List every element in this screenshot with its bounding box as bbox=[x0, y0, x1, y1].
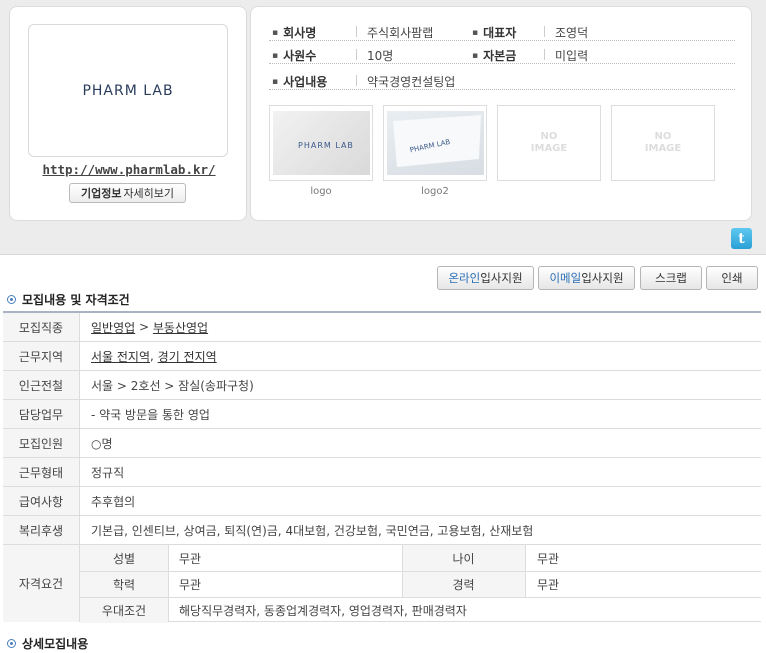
thumb-caption: logo2 bbox=[421, 186, 449, 197]
company-summary-area: PHARM LAB http://www.pharmlab.kr/ 기업정보 자… bbox=[0, 0, 766, 255]
logo-photo-graphic: PHARM LAB bbox=[298, 141, 354, 150]
row-label: 담당업무 bbox=[3, 400, 80, 428]
logo-photo: PHARM LAB bbox=[273, 111, 370, 175]
row-value: 서울 > 2호선 > 잠실(송파구청) bbox=[91, 378, 254, 393]
sub-value: 무관 bbox=[179, 577, 202, 592]
online-apply-button[interactable]: 온라인 입사지원 bbox=[437, 266, 534, 290]
row-label: 자격요건 bbox=[3, 545, 80, 622]
section-title-recruit: 모집내용 및 자격조건 bbox=[7, 291, 130, 308]
company-detail-button[interactable]: 기업정보 자세히보기 bbox=[69, 183, 186, 203]
sub-value: 해당직무경력자, 동종업계경력자, 영업경력자, 판매경력자 bbox=[179, 603, 467, 618]
no-image-placeholder: NO IMAGE bbox=[497, 105, 601, 181]
table-row: 인근전철 서울 > 2호선 > 잠실(송파구청) bbox=[3, 371, 761, 400]
company-image-thumb[interactable]: PHARM LAB bbox=[383, 105, 487, 181]
row-label: 근무형태 bbox=[3, 458, 80, 486]
info-value-employees: 10명 bbox=[367, 49, 394, 63]
sub-label: 우대조건 bbox=[80, 597, 168, 623]
company-logo[interactable]: PHARM LAB bbox=[28, 24, 228, 157]
bullet-icon bbox=[7, 639, 16, 648]
svg-text:PHARM LAB: PHARM LAB bbox=[298, 141, 354, 150]
print-button[interactable]: 인쇄 bbox=[706, 266, 758, 290]
detail-button-rest: 자세히보기 bbox=[123, 187, 175, 200]
table-row: 모집직종 일반영업 > 부동산영업 bbox=[3, 313, 761, 342]
info-row: 사원수 10명 자본금 미입력 bbox=[269, 44, 735, 64]
detail-button-bold: 기업정보 bbox=[80, 187, 122, 200]
company-logo-card: PHARM LAB http://www.pharmlab.kr/ 기업정보 자… bbox=[9, 6, 247, 221]
table-row: 복리후생 기본급, 인센티브, 상여금, 퇴직(연)금, 4대보험, 건강보험,… bbox=[3, 516, 761, 545]
row-value: ○명 bbox=[91, 436, 113, 451]
logo2-photo: PHARM LAB bbox=[387, 111, 484, 175]
table-row: 근무지역 서울 전지역 , 경기 전지역 bbox=[3, 342, 761, 371]
section-title-detail: 상세모집내용 bbox=[7, 635, 88, 652]
info-value-company: 주식회사팜랩 bbox=[367, 26, 434, 40]
info-label-employees: 사원수 bbox=[272, 47, 316, 64]
info-value-capital: 미입력 bbox=[555, 49, 589, 63]
job-subcategory-link[interactable]: 부동산영업 bbox=[153, 319, 208, 336]
row-value: 추후협의 bbox=[91, 494, 136, 509]
thumb-caption: logo bbox=[310, 186, 332, 197]
scrap-button[interactable]: 스크랩 bbox=[640, 266, 702, 290]
row-value: 정규직 bbox=[91, 465, 125, 480]
company-image-thumb[interactable]: PHARM LAB bbox=[269, 105, 373, 181]
row-label: 모집인원 bbox=[3, 429, 80, 457]
job-category-link[interactable]: 일반영업 bbox=[91, 319, 135, 336]
logo-text: PHARM LAB bbox=[82, 82, 174, 99]
homepage-link[interactable]: http://www.pharmlab.kr/ bbox=[10, 162, 248, 177]
row-label: 인근전철 bbox=[3, 371, 80, 399]
info-row: 사업내용 약국경영컨설팅업 bbox=[269, 70, 735, 90]
info-value-ceo: 조영덕 bbox=[555, 26, 589, 40]
bullet-icon bbox=[7, 295, 16, 304]
row-label: 근무지역 bbox=[3, 342, 80, 370]
row-value: 서울 전지역 , 경기 전지역 bbox=[91, 348, 217, 365]
table-row: 급여사항 추후협의 bbox=[3, 487, 761, 516]
info-label-ceo: 대표자 bbox=[472, 24, 516, 41]
sub-value: 무관 bbox=[537, 577, 560, 592]
location-link[interactable]: 서울 전지역 bbox=[91, 348, 150, 365]
sub-label: 경력 bbox=[402, 571, 525, 597]
sub-label: 나이 bbox=[402, 545, 525, 571]
row-label: 급여사항 bbox=[3, 487, 80, 515]
row-value: 일반영업 > 부동산영업 bbox=[91, 319, 209, 336]
info-label-company: 회사명 bbox=[272, 24, 316, 41]
qualification-row: 자격요건 성별 무관 나이 무관 학력 무관 경력 무관 우대조건 해당직무경력… bbox=[3, 545, 761, 623]
sub-value: 무관 bbox=[537, 551, 560, 566]
twitter-share-icon[interactable]: t bbox=[731, 228, 752, 249]
no-image-placeholder: NO IMAGE bbox=[611, 105, 715, 181]
table-row: 담당업무 - 약국 방문을 통한 영업 bbox=[3, 400, 761, 429]
row-value: 기본급, 인센티브, 상여금, 퇴직(연)금, 4대보험, 건강보험, 국민연금… bbox=[91, 523, 534, 538]
sub-label: 성별 bbox=[80, 545, 168, 571]
email-apply-button[interactable]: 이메일 입사지원 bbox=[538, 266, 635, 290]
row-value: - 약국 방문을 통한 영업 bbox=[91, 407, 210, 422]
row-label: 복리후생 bbox=[3, 516, 80, 544]
sub-label: 학력 bbox=[80, 571, 168, 597]
info-row: 회사명 주식회사팜랩 대표자 조영덕 bbox=[269, 21, 735, 41]
info-label-capital: 자본금 bbox=[472, 47, 516, 64]
location-link[interactable]: 경기 전지역 bbox=[158, 348, 217, 365]
sub-value: 무관 bbox=[179, 551, 202, 566]
info-label-business: 사업내용 bbox=[272, 73, 327, 90]
logo2-photo-graphic: PHARM LAB bbox=[393, 115, 481, 167]
table-row: 모집인원 ○명 bbox=[3, 429, 761, 458]
row-label: 모집직종 bbox=[3, 313, 80, 341]
info-value-business: 약국경영컨설팅업 bbox=[367, 75, 456, 89]
table-row: 근무형태 정규직 bbox=[3, 458, 761, 487]
company-info-card: 회사명 주식회사팜랩 대표자 조영덕 사원수 10명 자본금 미입력 사업내용 … bbox=[250, 6, 752, 221]
recruit-table: 모집직종 일반영업 > 부동산영업 근무지역 서울 전지역 , 경기 전지역 인… bbox=[3, 311, 761, 623]
